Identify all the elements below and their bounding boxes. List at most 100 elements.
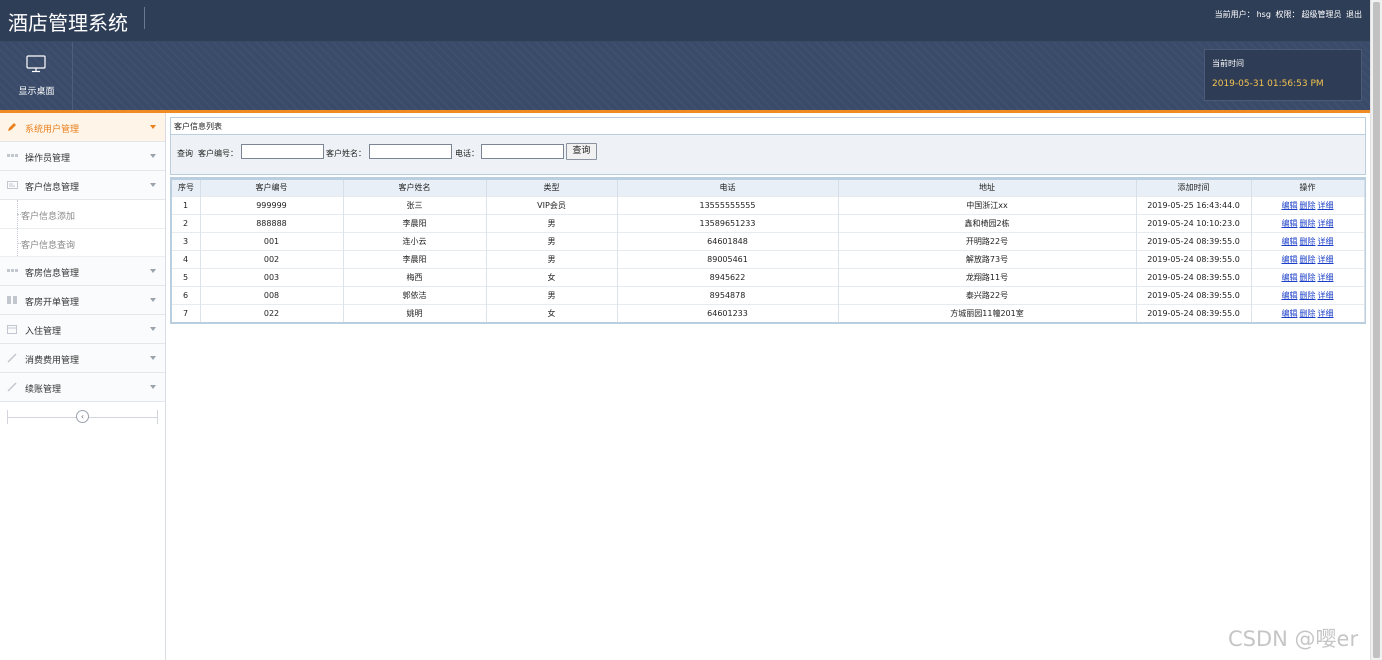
sidebar-item-operators[interactable]: 操作员管理 xyxy=(0,142,165,171)
delete-link[interactable]: 删除 xyxy=(1300,201,1316,210)
detail-link[interactable]: 详细 xyxy=(1318,219,1334,228)
delete-link[interactable]: 删除 xyxy=(1300,309,1316,318)
edit-link[interactable]: 编辑 xyxy=(1282,291,1298,300)
customer-id-label: 客户编号： xyxy=(198,149,238,158)
column-header: 客户姓名 xyxy=(343,180,487,196)
edit-link[interactable]: 编辑 xyxy=(1282,255,1298,264)
table-cell: 999999 xyxy=(200,195,344,214)
table-cell: 8945622 xyxy=(617,267,839,286)
column-header: 地址 xyxy=(838,180,1137,196)
column-header: 电话 xyxy=(617,180,839,196)
chevron-down-icon xyxy=(150,298,156,302)
table-actions-cell: 编辑 删除 详细 xyxy=(1251,267,1365,286)
scrollbar-thumb[interactable] xyxy=(1373,2,1380,658)
accent-bar xyxy=(0,110,1370,113)
column-header: 序号 xyxy=(172,180,201,196)
sidebar-item-label: 客房信息管理 xyxy=(25,269,80,279)
table-cell: 022 xyxy=(200,303,344,322)
column-header: 操作 xyxy=(1251,180,1365,196)
sidebar-item-label: 续账管理 xyxy=(25,385,62,395)
app-title: 酒店管理系统 xyxy=(8,11,128,35)
sidebar-item-label: 客户信息管理 xyxy=(25,183,80,193)
pen-icon xyxy=(7,382,18,392)
search-button[interactable]: 查询 xyxy=(566,143,597,160)
current-user-name: hsg xyxy=(1256,10,1271,19)
collapse-sidebar-button[interactable]: ‹ xyxy=(76,410,89,423)
toolbar-band: 显示桌面 当前时间 2019-05-31 01:56:53 PM xyxy=(0,42,1370,110)
table-cell: 泰兴路22号 xyxy=(838,285,1137,304)
table-actions-cell: 编辑 删除 详细 xyxy=(1251,231,1365,250)
customer-name-input[interactable] xyxy=(369,144,452,159)
table-cell: 龙翔路11号 xyxy=(838,267,1137,286)
current-time-label: 当前时间 xyxy=(1212,59,1244,68)
customer-id-input[interactable] xyxy=(241,144,324,159)
phone-input[interactable] xyxy=(481,144,564,159)
sidebar: 系统用户管理 操作员管理 客户信息管理 客户信息添加 客户信息查询 客房信息管理 xyxy=(0,113,166,660)
current-user-label: 当前用户： xyxy=(1214,10,1255,19)
edit-link[interactable]: 编辑 xyxy=(1282,273,1298,282)
table-row: 3 001 连小云男 64601848 开明路22号 2019-05-24 08:39:5… xyxy=(172,231,1365,250)
table-row: 7 022 姚明女 64601233 方城丽园11幢201室 2019-05-24 08:… xyxy=(172,303,1365,322)
chevron-down-icon xyxy=(150,385,156,389)
detail-link[interactable]: 详细 xyxy=(1318,237,1334,246)
table-actions-cell: 编辑 删除 详细 xyxy=(1251,195,1365,214)
table-cell: 2019-05-24 08:39:55.0 xyxy=(1136,285,1252,304)
table-cell: 张三 xyxy=(343,195,487,214)
sidebar-subitem-label: 客户信息查询 xyxy=(21,240,76,251)
current-time-value: 2019-05-31 01:56:53 PM xyxy=(1212,79,1324,89)
table-cell: 89005461 xyxy=(617,249,839,268)
table-cell: 13589651233 xyxy=(617,213,839,232)
table-row: 2 888888 李晨阳男 13589651233 鑫和椅园2栋 2019-05-24 1… xyxy=(172,213,1365,232)
sidebar-item-label: 入住管理 xyxy=(25,327,62,337)
detail-link[interactable]: 详细 xyxy=(1318,291,1334,300)
table-cell: 男 xyxy=(486,213,618,232)
sidebar-item-renewal[interactable]: 续账管理 xyxy=(0,373,165,402)
sidebar-item-system-users[interactable]: 系统用户管理 xyxy=(0,113,165,142)
table-cell: 梅西 xyxy=(343,267,487,286)
sidebar-subitem-query-customer[interactable]: 客户信息查询 xyxy=(0,228,165,257)
columns-icon xyxy=(7,295,18,305)
sidebar-item-customers[interactable]: 客户信息管理 xyxy=(0,171,165,200)
edit-link[interactable]: 编辑 xyxy=(1282,219,1298,228)
edit-link[interactable]: 编辑 xyxy=(1282,309,1298,318)
delete-link[interactable]: 删除 xyxy=(1300,255,1316,264)
sidebar-item-label: 消费费用管理 xyxy=(25,356,80,366)
table-cell: 13555555555 xyxy=(617,195,839,214)
table-cell: 连小云 xyxy=(343,231,487,250)
page-scrollbar[interactable] xyxy=(1370,0,1382,660)
detail-link[interactable]: 详细 xyxy=(1318,255,1334,264)
table-cell: 8954878 xyxy=(617,285,839,304)
sidebar-item-label: 操作员管理 xyxy=(25,154,71,164)
delete-link[interactable]: 删除 xyxy=(1300,237,1316,246)
table-body: 1 999999 张三 VIP会员 13555555555 中国浙江xx 2019-05-2… xyxy=(172,195,1365,322)
show-desktop-label: 显示桌面 xyxy=(18,87,55,97)
watermark: CSDN @嘤er xyxy=(1228,627,1359,651)
detail-link[interactable]: 详细 xyxy=(1318,309,1334,318)
sidebar-item-rooms[interactable]: 客房信息管理 xyxy=(0,257,165,286)
sidebar-item-consumption[interactable]: 消费费用管理 xyxy=(0,344,165,373)
table-cell: 2019-05-24 08:39:55.0 xyxy=(1136,231,1252,250)
table-cell: 2 xyxy=(172,213,201,232)
table-row: 1 999999 张三 VIP会员 13555555555 中国浙江xx 2019-05-2… xyxy=(172,195,1365,214)
column-header: 类型 xyxy=(486,180,618,196)
sidebar-item-checkin[interactable]: 入住管理 xyxy=(0,315,165,344)
table-cell: 5 xyxy=(172,267,201,286)
search-bar: 查询 客户编号： 客户姓名： 电话： 查询 xyxy=(170,135,1366,175)
table-row: 6 008 郭依洁男 8954878 泰兴路22号 2019-05-24 08:39:55… xyxy=(172,285,1365,304)
delete-link[interactable]: 删除 xyxy=(1300,291,1316,300)
show-desktop-button[interactable]: 显示桌面 xyxy=(0,42,73,110)
delete-link[interactable]: 删除 xyxy=(1300,273,1316,282)
table-cell: 64601233 xyxy=(617,303,839,322)
table-cell: 7 xyxy=(172,303,201,322)
detail-link[interactable]: 详细 xyxy=(1318,201,1334,210)
table-cell: 2019-05-24 08:39:55.0 xyxy=(1136,303,1252,322)
table-cell: 李晨阳 xyxy=(343,249,487,268)
edit-link[interactable]: 编辑 xyxy=(1282,237,1298,246)
sidebar-item-room-orders[interactable]: 客房开单管理 xyxy=(0,286,165,315)
logout-link[interactable]: 退出 xyxy=(1346,10,1362,19)
detail-link[interactable]: 详细 xyxy=(1318,273,1334,282)
delete-link[interactable]: 删除 xyxy=(1300,219,1316,228)
sidebar-subitem-add-customer[interactable]: 客户信息添加 xyxy=(0,200,165,229)
edit-link[interactable]: 编辑 xyxy=(1282,201,1298,210)
table-row: 5 003 梅西女 8945622 龙翔路11号 2019-05-24 08:39:55.… xyxy=(172,267,1365,286)
